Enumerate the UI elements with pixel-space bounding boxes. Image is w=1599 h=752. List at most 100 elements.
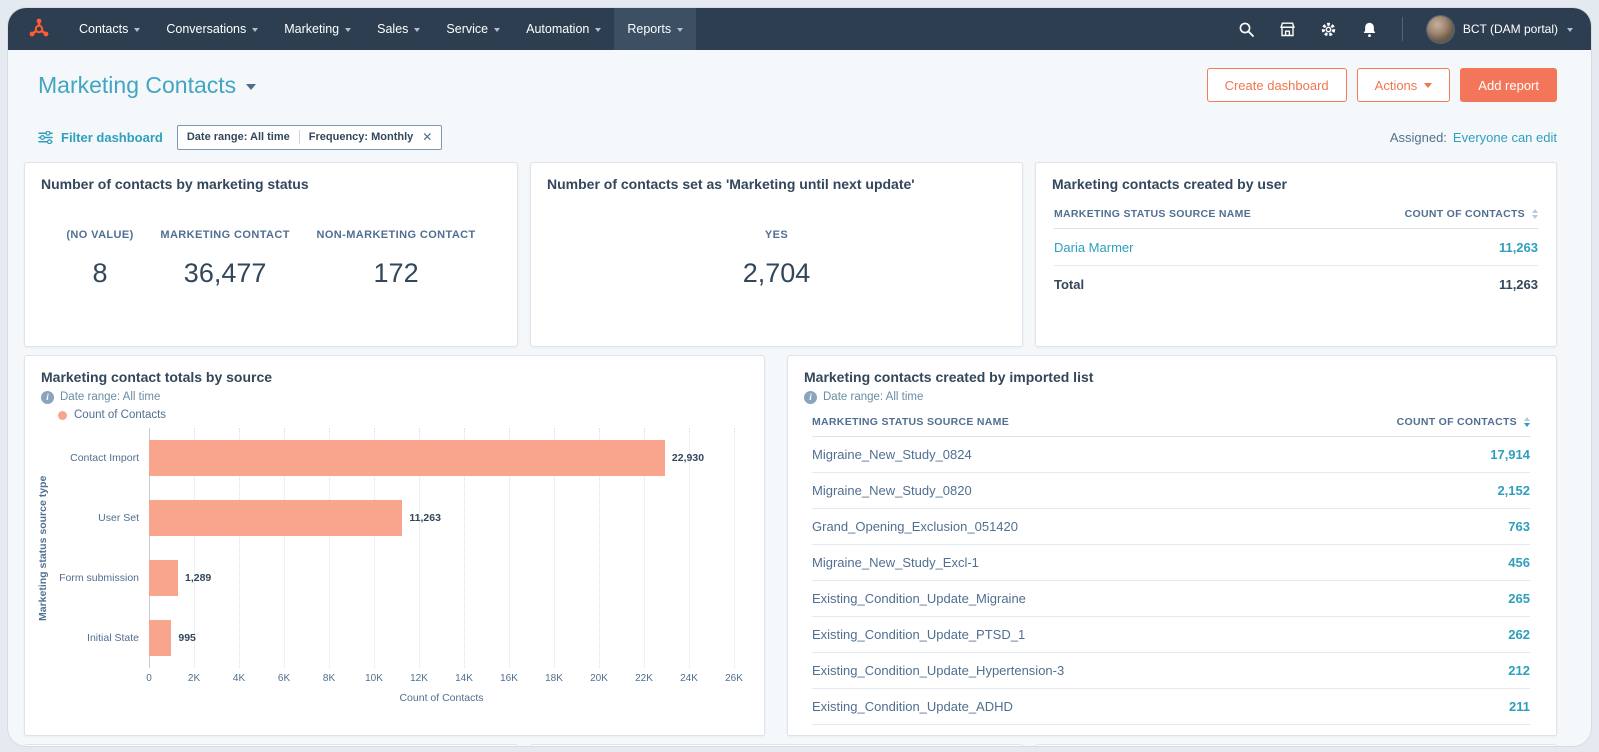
metrics-group: (NO VALUE) 8 MARKETING CONTACT 36,477 NON-MA… xyxy=(25,193,517,289)
chevron-down-icon xyxy=(252,28,259,32)
chart-row-user-set: User Set 11,263 xyxy=(53,488,734,548)
bar-track: 995 xyxy=(149,608,734,668)
bar[interactable] xyxy=(149,620,172,656)
date-range-label: Date range: All time xyxy=(60,391,161,403)
chevron-down-icon xyxy=(494,28,501,32)
table-row[interactable]: Migraine_New_Study_0824 17,914 xyxy=(812,437,1530,473)
chevron-down-icon xyxy=(1424,83,1433,88)
filter-chip-label: Frequency: Monthly xyxy=(308,131,414,143)
bar[interactable] xyxy=(149,500,403,536)
table-row[interactable]: Existing_Condition_Update_PTSD_1 262 xyxy=(812,617,1530,653)
imported-list-table: MARKETING STATUS SOURCE NAME COUNT OF CO… xyxy=(788,408,1556,735)
assigned-label: Assigned: xyxy=(1389,129,1447,145)
list-name: Existing_Condition_Update_Hypertension-3 xyxy=(812,663,1065,678)
total-value: 11,263 xyxy=(1498,277,1538,292)
actions-button[interactable]: Actions xyxy=(1356,68,1451,102)
count-value[interactable]: 11,263 xyxy=(1499,240,1538,255)
x-axis-ticks: 0 2K 4K 6K 8K 10K 12K 14K 16K 18K 20K 22K 24K 26K xyxy=(146,673,743,687)
table-row[interactable]: Migraine_New_Study_0820 2,152 xyxy=(812,473,1530,509)
bar[interactable] xyxy=(149,440,665,476)
card-marketing-contacts-created-by-imported-list: Marketing contacts created by imported l… xyxy=(787,355,1557,736)
chart-row-form-submission: Form submission 1,289 xyxy=(53,548,734,608)
table-row[interactable]: Existing_Condition_Update_Migraine 265 xyxy=(812,581,1530,617)
metric: (NO VALUE) 8 xyxy=(66,229,133,289)
count-value[interactable]: 456 xyxy=(1508,555,1530,570)
assigned-everyone-can-edit-link[interactable]: Everyone can edit xyxy=(1453,130,1557,145)
chip-close-icon[interactable]: ✕ xyxy=(422,130,432,144)
filter-dashboard-button[interactable]: Filter dashboard xyxy=(38,130,163,145)
info-icon: i xyxy=(804,390,817,404)
column-header-count[interactable]: COUNT OF CONTACTS xyxy=(1405,208,1538,220)
account-label: BCT (DAM portal) xyxy=(1462,22,1558,36)
table-row[interactable]: Existing_Condition_Update_ADHD 211 xyxy=(812,689,1530,725)
info-icon: i xyxy=(41,390,54,404)
marketplace-icon[interactable] xyxy=(1279,21,1296,38)
total-row: Total 22,930 xyxy=(812,725,1530,735)
chevron-down-icon xyxy=(345,28,352,32)
list-name: Migraine_New_Study_Excl-1 xyxy=(812,555,979,570)
notifications-bell-icon[interactable] xyxy=(1361,21,1378,38)
nav-item-conversations[interactable]: Conversations xyxy=(153,8,271,50)
app-window: Contacts Conversations Marketing Sales Servi… xyxy=(8,8,1591,746)
tick-label: 14K xyxy=(455,673,473,684)
nav-item-reports[interactable]: Reports xyxy=(614,8,697,50)
column-header-source-name[interactable]: MARKETING STATUS SOURCE NAME xyxy=(812,416,1009,428)
search-icon[interactable] xyxy=(1238,21,1255,38)
nav-item-automation[interactable]: Automation xyxy=(513,8,614,50)
page-title: Marketing Contacts xyxy=(38,71,237,98)
create-dashboard-button[interactable]: Create dashboard xyxy=(1206,68,1347,102)
card-edge xyxy=(1035,744,1557,746)
nav-item-marketing[interactable]: Marketing xyxy=(271,8,364,50)
count-value[interactable]: 2,152 xyxy=(1497,483,1530,498)
tick-label: 6K xyxy=(277,673,291,684)
table-row[interactable]: Migraine_New_Study_Excl-1 456 xyxy=(812,545,1530,581)
column-header-source-name[interactable]: MARKETING STATUS SOURCE NAME xyxy=(1054,208,1251,220)
page-header: Marketing Contacts Create dashboard Acti… xyxy=(8,50,1591,104)
table-row[interactable]: Existing_Condition_Update_Hypertension-3… xyxy=(812,653,1530,689)
card-marketing-contact-totals-by-source: Marketing contact totals by source i Dat… xyxy=(24,355,765,736)
count-value[interactable]: 262 xyxy=(1508,627,1530,642)
nav-item-label: Reports xyxy=(627,22,672,36)
nav-item-service[interactable]: Service xyxy=(433,8,513,50)
count-value[interactable]: 265 xyxy=(1508,591,1530,606)
table-row[interactable]: Grand_Opening_Exclusion_051420 763 xyxy=(812,509,1530,545)
count-value[interactable]: 212 xyxy=(1508,663,1530,678)
user-avatar xyxy=(1426,15,1454,43)
sort-descending-icon xyxy=(1524,417,1530,427)
card-edge xyxy=(530,744,1023,746)
column-header-count[interactable]: COUNT OF CONTACTS xyxy=(1397,416,1530,428)
chip-divider xyxy=(298,130,300,144)
chart-bars: Contact Import 22,930 User Set 11,263 Form s… xyxy=(53,428,734,668)
table-row[interactable]: Daria Marmer 11,263 xyxy=(1054,229,1538,266)
account-menu[interactable]: BCT (DAM portal) xyxy=(1426,15,1573,43)
tick-label: 12K xyxy=(410,673,428,684)
metric-label: (NO VALUE) xyxy=(66,229,134,241)
dashboard-title-selector[interactable]: Marketing Contacts xyxy=(38,71,257,99)
nav-item-label: Service xyxy=(446,22,489,36)
filter-chip-label: Date range: All time xyxy=(186,131,290,143)
card-title: Number of contacts set as 'Marketing unt… xyxy=(547,176,915,192)
bar-value-label: 995 xyxy=(178,632,196,644)
count-value[interactable]: 763 xyxy=(1508,519,1530,534)
filter-dashboard-label: Filter dashboard xyxy=(61,129,163,145)
add-report-label: Add report xyxy=(1478,77,1539,93)
category-label: User Set xyxy=(98,512,139,524)
settings-gear-icon[interactable] xyxy=(1320,21,1337,38)
bar-track: 11,263 xyxy=(149,488,734,548)
metric-label: NON-MARKETING CONTACT xyxy=(316,229,476,241)
chart-row-contact-import: Contact Import 22,930 xyxy=(53,428,734,488)
card-marketing-until-next-update: Number of contacts set as 'Marketing unt… xyxy=(530,162,1023,347)
chart-legend[interactable]: Count of Contacts xyxy=(25,404,764,422)
bar[interactable] xyxy=(149,560,178,596)
count-value[interactable]: 211 xyxy=(1509,699,1530,714)
chart-row-initial-state: Initial State 995 xyxy=(53,608,734,668)
nav-item-contacts[interactable]: Contacts xyxy=(66,8,153,50)
nav-item-sales[interactable]: Sales xyxy=(364,8,433,50)
add-report-button[interactable]: Add report xyxy=(1460,68,1557,102)
hubspot-sprocket-logo-icon[interactable] xyxy=(26,16,52,42)
metric-label: MARKETING CONTACT xyxy=(160,229,290,241)
bar-value-label: 1,289 xyxy=(185,572,212,584)
user-name-link[interactable]: Daria Marmer xyxy=(1054,240,1133,255)
count-value[interactable]: 17,914 xyxy=(1490,447,1530,462)
filter-chip[interactable]: Date range: All time Frequency: Monthly ✕ xyxy=(176,124,443,150)
